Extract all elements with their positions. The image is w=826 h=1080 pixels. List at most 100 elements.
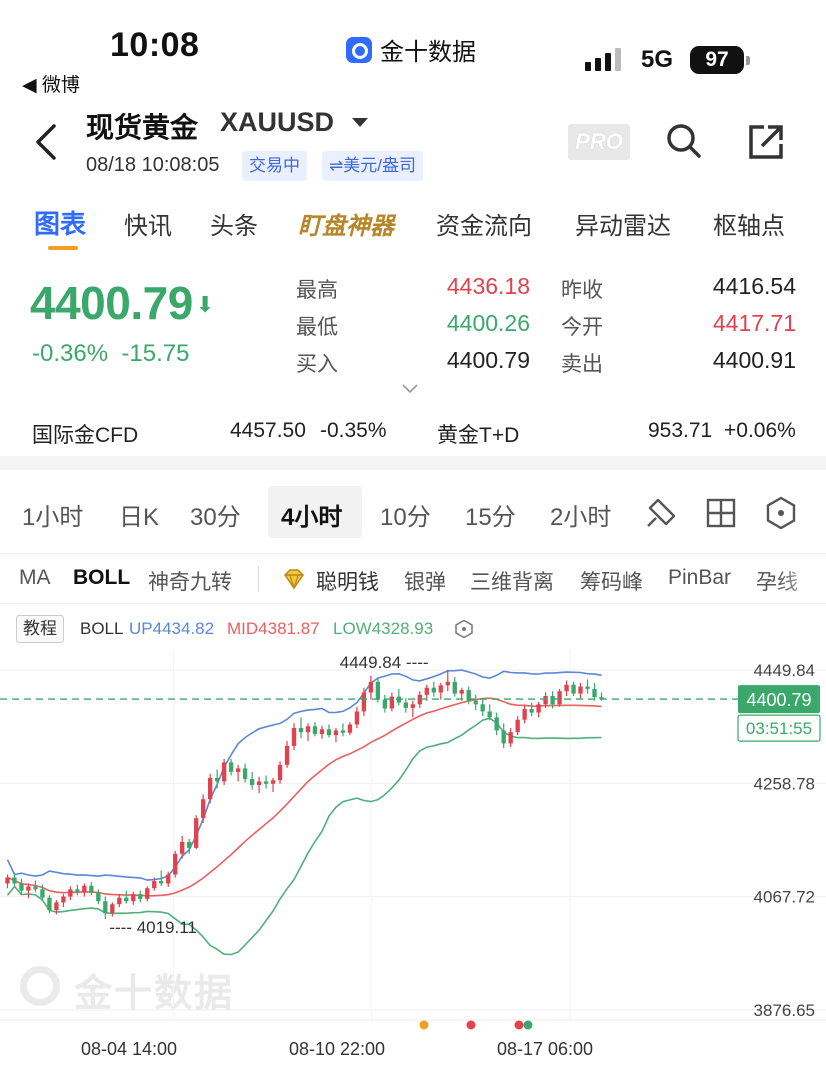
down-arrow-icon: ⬇: [196, 292, 215, 317]
y-tick-label: 3876.65: [754, 1001, 815, 1020]
battery-tip: [746, 56, 750, 65]
tutorial-button[interactable]: 教程: [16, 615, 64, 643]
candle-body: [242, 768, 248, 780]
trading-status-badge: 交易中: [242, 151, 307, 181]
candle-body: [592, 688, 597, 698]
period-10m[interactable]: 10分: [380, 497, 431, 532]
candle-body: [201, 799, 206, 819]
event-marker-dot: [419, 1020, 429, 1030]
cfd-price: 4457.50: [230, 419, 306, 442]
candle-body: [124, 897, 129, 902]
divider: [0, 553, 826, 554]
x-tick-label: 08-10 22:00: [289, 1039, 385, 1059]
pro-button[interactable]: PRO: [568, 124, 630, 160]
indicator-smart-money[interactable]: 聪明钱: [316, 566, 379, 596]
indicator-ma[interactable]: MA: [19, 566, 51, 590]
x-tick-label: 08-17 06:00: [497, 1039, 593, 1059]
open-label: 今开: [561, 316, 603, 339]
tab-watch-tool[interactable]: 盯盘神器: [298, 206, 394, 241]
tab-pivot-points[interactable]: 枢轴点: [713, 206, 785, 241]
tab-fund-flow[interactable]: 资金流向: [436, 206, 532, 241]
back-arrow-icon[interactable]: [30, 120, 64, 164]
indicator-harami[interactable]: 孕线: [756, 566, 826, 596]
boll-upper-band: [6, 669, 602, 881]
bid-label: 买入: [296, 353, 338, 376]
indicator-chip-peak[interactable]: 筹码峰: [580, 566, 643, 596]
app-name: 金十数据: [380, 39, 476, 66]
candle-body: [515, 719, 520, 733]
main-tab-bar: 图表 快讯 头条 盯盘神器 资金流向 异动雷达 枢轴点: [0, 200, 826, 252]
period-daily[interactable]: 日K: [119, 497, 159, 532]
tab-headlines[interactable]: 头条: [210, 206, 258, 241]
candle-body: [187, 841, 192, 848]
candle-body: [68, 889, 73, 897]
legend-settings-icon[interactable]: [454, 619, 474, 639]
indicator-boll[interactable]: BOLL: [73, 566, 130, 590]
layout-grid-icon[interactable]: [705, 497, 737, 529]
candle-body: [333, 730, 339, 736]
period-15m[interactable]: 15分: [465, 497, 516, 532]
instrument-symbol[interactable]: XAUUSD: [220, 107, 334, 138]
cfd-change: -0.35%: [320, 419, 387, 442]
candle-body: [194, 818, 199, 848]
back-to-app-link[interactable]: ◀ 微博: [22, 70, 80, 97]
indicator-magic-nine[interactable]: 神奇九转: [148, 566, 232, 596]
candle-body: [61, 896, 66, 903]
period-2h[interactable]: 2小时: [550, 497, 611, 532]
candle-body: [284, 745, 290, 765]
share-icon[interactable]: [746, 122, 786, 162]
candle-body: [131, 894, 136, 902]
candle-body: [403, 702, 408, 708]
symbol-dropdown-icon[interactable]: [352, 118, 368, 127]
drawing-tool-icon[interactable]: [644, 496, 678, 530]
indicator-silver-bullet[interactable]: 银弹: [404, 566, 446, 596]
indicator-pinbar[interactable]: PinBar: [668, 566, 731, 590]
candle-body: [473, 700, 478, 705]
section-divider: [0, 456, 826, 470]
candle-body: [410, 704, 415, 708]
active-tab-indicator: [48, 246, 78, 250]
candle-body: [96, 892, 101, 902]
tab-flash[interactable]: 快讯: [124, 206, 172, 241]
candlestick-chart[interactable]: 4449.84 4258.78 4067.72 3876.65 4400.79 03:51…: [0, 650, 826, 1070]
candle-body: [459, 690, 464, 694]
period-30m[interactable]: 30分: [190, 497, 241, 532]
candle-body: [424, 687, 429, 695]
candle-body: [166, 874, 171, 884]
tab-movement-radar[interactable]: 异动雷达: [575, 206, 671, 241]
candle-body: [452, 681, 457, 694]
candle-body: [19, 883, 24, 891]
candle-body: [536, 704, 541, 713]
network-type: 5G: [641, 46, 674, 73]
td-price: 953.71: [648, 419, 713, 442]
cfd-label[interactable]: 国际金CFD: [32, 419, 138, 449]
expand-chevron-icon[interactable]: [402, 384, 418, 394]
candle-body: [543, 696, 548, 705]
settings-hexagon-icon[interactable]: [765, 496, 797, 530]
indicator-3d-divergence[interactable]: 三维背离: [470, 566, 554, 596]
signal-icon: [585, 48, 621, 71]
candle-body: [26, 886, 31, 891]
candle-body: [571, 684, 576, 694]
candle-body: [5, 877, 10, 884]
candle-body: [564, 684, 569, 692]
instrument-title: 现货黄金: [86, 112, 199, 143]
legend-boll-low: LOW4328.93: [333, 619, 434, 638]
legend-boll-name: BOLL: [80, 619, 124, 638]
candle-body: [340, 730, 346, 733]
period-4h[interactable]: 4小时: [281, 497, 342, 532]
search-icon[interactable]: [664, 121, 704, 161]
period-1h[interactable]: 1小时: [22, 497, 83, 532]
open-value: 4417.71: [712, 310, 796, 336]
tab-chart[interactable]: 图表: [34, 204, 86, 241]
low-value: 4400.26: [446, 310, 530, 336]
candle-body: [382, 699, 388, 709]
quote-timestamp: 08/18 10:08:05: [86, 154, 220, 176]
candle-body: [438, 685, 443, 693]
y-tick-label: 4258.78: [754, 774, 815, 793]
candle-body: [368, 681, 374, 693]
td-label[interactable]: 黄金T+D: [437, 419, 519, 449]
high-value: 4436.18: [446, 273, 530, 299]
candle-body: [159, 881, 164, 884]
unit-toggle-badge[interactable]: ⇌美元/盎司: [322, 151, 423, 181]
